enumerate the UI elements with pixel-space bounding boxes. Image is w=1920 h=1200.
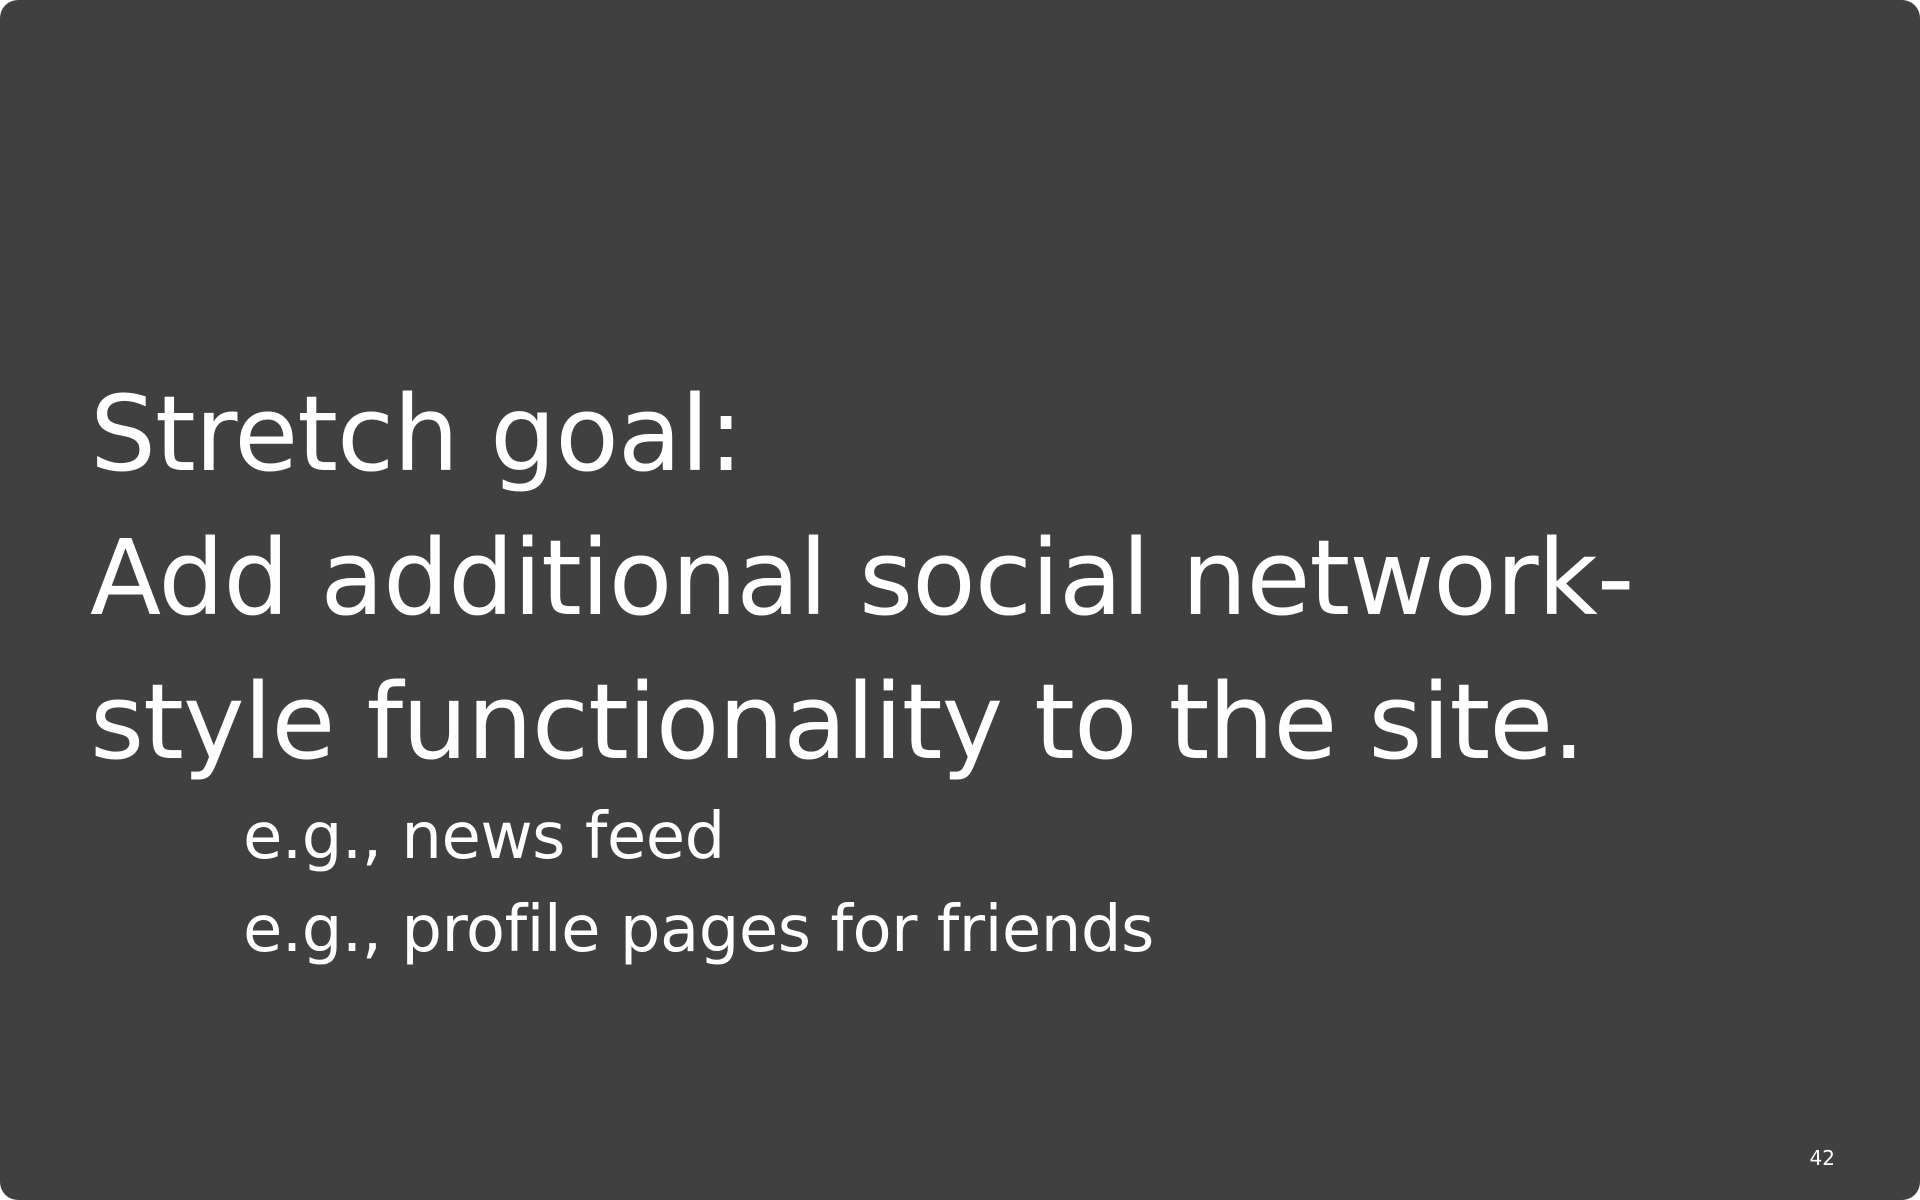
- example-profile-pages: e.g., profile pages for friends: [243, 893, 1154, 967]
- heading-line-stretch-goal: Stretch goal:: [90, 373, 744, 495]
- slide-page-number: 42: [1809, 1146, 1835, 1170]
- examples-list: e.g., news feed e.g., profile pages for …: [243, 791, 1154, 977]
- heading-line-site: style functionality to the site.: [90, 661, 1585, 783]
- slide-heading: Stretch goal: Add additional social netw…: [90, 362, 1850, 794]
- example-news-feed: e.g., news feed: [243, 800, 725, 874]
- presentation-slide: Stretch goal: Add additional social netw…: [0, 0, 1920, 1200]
- heading-line-add-functionality: Add additional social network-: [90, 517, 1634, 639]
